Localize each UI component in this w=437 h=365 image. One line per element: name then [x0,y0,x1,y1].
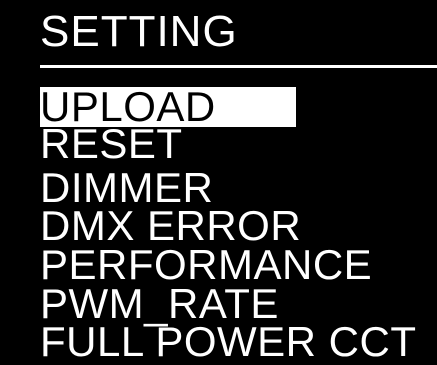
title-divider [40,65,437,68]
menu-item-dmx-error[interactable]: DMX ERROR [40,205,301,247]
page-title: SETTING [40,7,238,56]
display-screen: SETTING UPLOAD RESET DIMMER DMX ERROR PE… [0,0,437,363]
menu-item-full-power-cct[interactable]: FULL POWER CCT [40,321,416,363]
menu-item-reset[interactable]: RESET [40,123,183,165]
menu-item-performance[interactable]: PERFORMANCE [40,244,372,286]
